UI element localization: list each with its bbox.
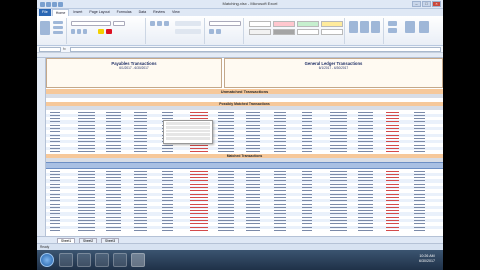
autosum-icon[interactable] [388, 21, 397, 26]
excel-icon[interactable] [40, 2, 45, 7]
align-bottom-icon[interactable] [164, 21, 169, 26]
font-size-select[interactable] [113, 21, 125, 26]
style-bad[interactable] [273, 21, 295, 27]
name-box[interactable] [39, 47, 61, 52]
paste-icon[interactable] [40, 21, 50, 35]
styles-group [245, 18, 345, 44]
fill-icon[interactable] [388, 28, 397, 33]
style-good[interactable] [297, 21, 319, 27]
undo-icon[interactable] [52, 2, 57, 7]
excel-window: Matching.xlsx - Microsoft Excel – □ × Fi… [37, 0, 443, 270]
format-painter-icon[interactable] [53, 31, 63, 34]
style-calculation[interactable] [249, 29, 271, 35]
status-ready: Ready [40, 245, 50, 249]
ledger-date: 6/1/2017 - 6/30/2017 [318, 66, 349, 70]
font-name-select[interactable] [71, 21, 111, 26]
style-normal[interactable] [249, 21, 271, 27]
status-bar: Ready [37, 243, 443, 250]
style-neutral[interactable] [321, 21, 343, 27]
underline-icon[interactable] [83, 29, 87, 34]
table-row[interactable] [46, 229, 443, 232]
align-top-icon[interactable] [150, 21, 155, 26]
selected-row-band[interactable] [46, 162, 443, 169]
cells-group [346, 18, 384, 44]
number-group [206, 18, 244, 44]
taskbar: 10:26 AM 6/30/2017 [37, 250, 443, 270]
copy-icon[interactable] [53, 26, 63, 29]
table-row[interactable] [46, 150, 443, 153]
italic-icon[interactable] [77, 29, 81, 34]
tab-formulas[interactable]: Formulas [114, 9, 135, 16]
font-color-icon[interactable] [106, 29, 112, 34]
align-middle-icon[interactable] [157, 21, 162, 26]
tab-data[interactable]: Data [136, 9, 150, 16]
formula-input[interactable] [70, 47, 441, 52]
sort-filter-icon[interactable] [405, 21, 415, 33]
find-select-icon[interactable] [419, 21, 429, 33]
ribbon-tabs: File Home Insert Page Layout Formulas Da… [37, 9, 443, 16]
tab-review[interactable]: Review [150, 9, 168, 16]
delete-cells-icon[interactable] [360, 21, 369, 33]
format-cells-icon[interactable] [371, 21, 380, 33]
save-icon[interactable] [46, 2, 51, 7]
editing-group [385, 18, 441, 44]
worksheet-grid[interactable]: Payables Transactions 6/1/2017 - 6/30/20… [46, 58, 443, 236]
excel-taskbar-icon[interactable] [131, 253, 145, 267]
tab-home[interactable]: Home [51, 9, 70, 16]
window-title: Matching.xlsx - Microsoft Excel [222, 1, 278, 6]
column-header-row [46, 94, 443, 98]
number-format-select[interactable] [209, 21, 241, 26]
wrap-text-button[interactable] [175, 21, 201, 26]
font-group [68, 18, 146, 44]
browser-taskbar-icon[interactable] [95, 253, 109, 267]
app-taskbar-icon[interactable] [113, 253, 127, 267]
title-bar: Matching.xlsx - Microsoft Excel – □ × [37, 0, 443, 9]
possibly-column-header-row [46, 106, 443, 110]
media-player-taskbar-icon[interactable] [77, 253, 91, 267]
redo-icon[interactable] [58, 2, 63, 7]
tab-view[interactable]: View [169, 9, 183, 16]
fx-label[interactable]: fx [63, 47, 66, 51]
row-headers[interactable] [37, 58, 46, 236]
sheet-tabs: Sheet1 Sheet2 Sheet3 [37, 236, 443, 244]
clock-date: 6/30/2017 [419, 259, 435, 263]
explorer-taskbar-icon[interactable] [59, 253, 73, 267]
close-button[interactable]: × [432, 1, 441, 7]
tab-insert[interactable]: Insert [70, 9, 85, 16]
cut-icon[interactable] [53, 21, 63, 24]
merge-center-button[interactable] [175, 29, 201, 34]
alignment-group [147, 18, 205, 44]
minimize-button[interactable]: – [412, 1, 421, 7]
bold-icon[interactable] [71, 29, 75, 34]
comment-popup [163, 120, 213, 144]
start-button[interactable] [40, 253, 54, 267]
currency-icon[interactable] [209, 29, 214, 34]
ribbon [37, 16, 443, 46]
clipboard-group [37, 18, 67, 44]
tab-page-layout[interactable]: Page Layout [86, 9, 112, 16]
style-input[interactable] [321, 29, 343, 35]
style-explanatory[interactable] [297, 29, 319, 35]
quick-access-toolbar [40, 2, 80, 7]
formula-bar: fx [37, 46, 443, 53]
style-check-cell[interactable] [273, 29, 295, 35]
fill-color-icon[interactable] [98, 29, 104, 34]
insert-cells-icon[interactable] [349, 21, 358, 33]
payables-date: 6/1/2017 - 6/30/2017 [119, 66, 149, 70]
taskbar-clock[interactable]: 10:26 AM 6/30/2017 [419, 254, 435, 264]
tab-file[interactable]: File [39, 9, 51, 16]
percent-icon[interactable] [216, 29, 221, 34]
maximize-button[interactable]: □ [422, 1, 431, 7]
